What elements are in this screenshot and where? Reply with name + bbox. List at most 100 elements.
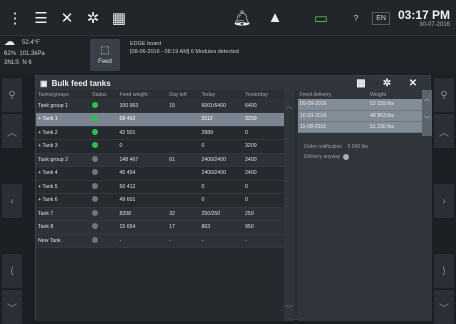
scroll-down-icon[interactable]: ﹀ <box>422 110 432 130</box>
delivery-date: 11-08-2016 <box>298 121 368 133</box>
gear-icon[interactable]: ✲ <box>374 78 400 89</box>
collapse-right-icon[interactable]: ⟩ <box>434 254 454 288</box>
yesterday-value: 3200 <box>243 139 284 154</box>
today-value: 0 <box>199 139 244 154</box>
status <box>90 193 118 208</box>
chevron-down-icon[interactable]: ﹀ <box>2 290 22 324</box>
feed-weight: 58 462 <box>117 112 168 127</box>
cloud-icon: ☁ <box>4 36 15 48</box>
collapse-left-icon[interactable]: ⟨ <box>2 254 22 288</box>
info-strip: ☁ 52.4°F 62% 101.3kPa 3NLS N 6 ⬚ Feed ED… <box>0 36 456 74</box>
days-left <box>167 193 200 208</box>
status <box>90 207 118 221</box>
table-row[interactable]: Tank group 2 148 467 61 2400/2400 2400 <box>36 153 284 167</box>
yesterday-value: 950 <box>243 220 284 235</box>
column-header: Tanks/groups <box>36 90 91 99</box>
feed-weight: 50 412 <box>117 180 168 194</box>
yesterday-value: - <box>243 234 284 248</box>
tank-name: + Tank 3 <box>36 139 91 154</box>
status <box>90 234 118 248</box>
yesterday-value: 2400 <box>243 153 284 167</box>
calculator-icon[interactable]: ▦ <box>348 78 374 89</box>
help-button[interactable]: ? <box>354 14 358 23</box>
delivery-row[interactable]: 10-03-2016 48 863 lbs <box>298 110 422 122</box>
battery-icon[interactable]: ▭ <box>310 7 332 29</box>
warning-icon[interactable]: ▲ <box>264 7 286 29</box>
today-value: 3112 <box>199 112 244 127</box>
tank-name: Tank 7 <box>36 207 91 221</box>
table-row[interactable]: Tank 8 15 654 17 863 950 <box>36 220 284 235</box>
feed-weight: 42 501 <box>117 126 168 140</box>
right-side-nav: ⚲ ︿ › ⟩ ﹀ <box>432 74 456 324</box>
sliders-icon[interactable]: ☰ <box>30 7 52 29</box>
table-row[interactable]: + Tank 6 49 601 0 0 <box>36 193 284 208</box>
days-left: - <box>167 234 200 248</box>
search-icon[interactable]: ⚲ <box>434 78 454 112</box>
close-icon[interactable]: ✕ <box>400 78 426 89</box>
table-row[interactable]: Tank group 1 100 963 15 6001/6400 6400 <box>36 99 284 113</box>
bell-icon[interactable]: 🔔︎ <box>231 7 253 29</box>
today-value: 0 <box>199 193 244 208</box>
days-left <box>167 139 200 154</box>
chevron-right-icon[interactable]: › <box>434 184 454 218</box>
today-value: 2889 <box>199 126 244 140</box>
status-indicator-icon <box>92 115 99 122</box>
search-icon[interactable]: ⚲ <box>2 78 22 112</box>
status <box>90 220 118 235</box>
column-header: Feed weight <box>117 90 168 99</box>
table-row[interactable]: Tank 7 8208 32 250/250 250 <box>36 207 284 221</box>
chevron-up-icon[interactable]: ︿ <box>2 114 22 148</box>
tanks-table-panel: Tanks/groups Status Feed weight Day left… <box>36 90 294 321</box>
yesterday-value: 0 <box>243 180 284 194</box>
dialog-titlebar: ▣ Bulk feed tanks ▦ ✲ ✕ <box>36 76 430 90</box>
delivery-scrollbar[interactable]: ︿ ﹀ <box>422 90 432 136</box>
menu-dots-icon[interactable]: ⋮ <box>4 7 26 29</box>
table-scrollbar[interactable]: ︿ ﹀ <box>284 90 294 321</box>
tools-icon[interactable]: ✕ <box>56 7 78 29</box>
delivery-date: 10-03-2016 <box>298 110 368 122</box>
column-header: Yesterday <box>243 90 284 99</box>
language-button[interactable]: EN <box>372 11 390 25</box>
tanks-table: Tanks/groups Status Feed weight Day left… <box>36 90 284 248</box>
status-indicator-icon <box>92 155 99 162</box>
chevron-down-icon[interactable]: ﹀ <box>434 290 454 324</box>
table-row[interactable]: + Tank 3 0 0 3200 <box>36 139 284 154</box>
chevron-left-icon[interactable]: ‹ <box>2 184 22 218</box>
feed-button[interactable]: ⬚ Feed <box>90 39 120 71</box>
today-value: 0 <box>199 180 244 194</box>
tank-name: + Tank 1 <box>36 112 91 127</box>
delivery-header-row: Feed delivery Weight <box>298 90 422 99</box>
tank-name: Tank 8 <box>36 220 91 235</box>
today-value: 6001/6400 <box>199 99 244 113</box>
order-notification-value[interactable]: 5 000 lbs <box>348 144 368 150</box>
delivery-weight: 48 863 lbs <box>368 110 422 122</box>
pressure: 101.3kPa <box>19 51 45 57</box>
table-row[interactable]: New Tank - - - - <box>36 234 284 248</box>
chevron-up-icon[interactable]: ︿ <box>434 114 454 148</box>
delivery-weight: 51 236 lbs <box>368 121 422 133</box>
scroll-up-icon[interactable]: ︿ <box>422 90 432 110</box>
delivery-anyway-label: Delivery anyway <box>304 154 341 160</box>
tank-name: Tank group 2 <box>36 153 91 167</box>
table-row[interactable]: + Tank 4 45 454 2400/2400 2400 <box>36 166 284 181</box>
board-message: [08-06-2016 - 08:19 AM] 6 Modules detect… <box>130 49 239 55</box>
delivery-row[interactable]: 09-09-2016 52 159 lbs <box>298 99 422 111</box>
days-left <box>167 180 200 194</box>
order-notification-label: Order notification <box>304 144 343 150</box>
table-row[interactable]: + Tank 5 50 412 0 0 <box>36 180 284 194</box>
bulk-feed-tanks-dialog: ▣ Bulk feed tanks ▦ ✲ ✕ Tanks/groups Sta… <box>35 75 432 321</box>
scroll-up-icon[interactable]: ︿ <box>284 100 294 114</box>
gear-icon[interactable]: ✲ <box>82 7 104 29</box>
status-indicator-icon <box>92 196 99 203</box>
delivery-anyway-toggle[interactable] <box>343 153 350 160</box>
grid-icon[interactable]: ▦ <box>108 7 130 29</box>
table-row[interactable]: + Tank 2 42 501 2889 0 <box>36 126 284 140</box>
days-left <box>167 126 200 140</box>
scroll-down-icon[interactable]: ﹀ <box>284 303 294 317</box>
feed-label: Feed <box>98 59 112 65</box>
today-value: 2400/2400 <box>199 166 244 181</box>
table-row[interactable]: + Tank 1 58 462 3112 3200 <box>36 112 284 127</box>
delivery-row[interactable]: 11-08-2016 51 236 lbs <box>298 121 422 133</box>
board-title: EDGE board <box>130 41 162 47</box>
tank-name: Tank group 1 <box>36 99 91 113</box>
